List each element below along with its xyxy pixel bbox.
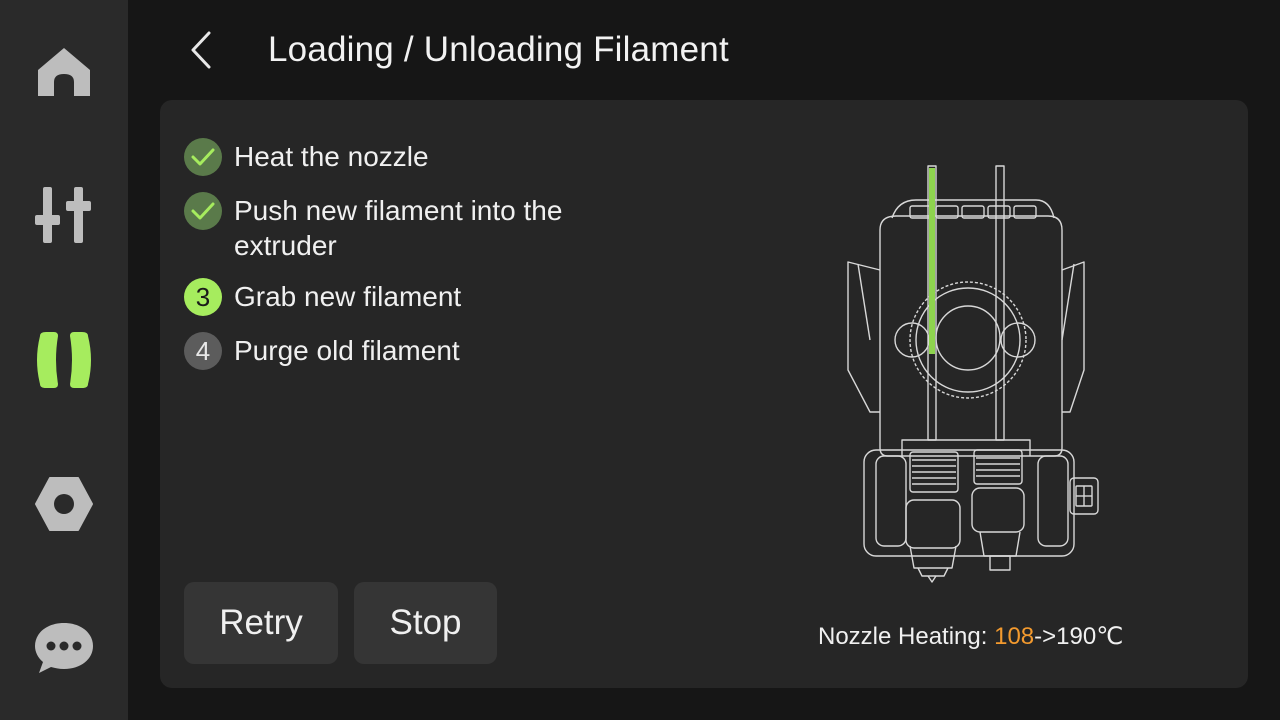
sidebar <box>0 0 128 720</box>
filament-spool-icon <box>37 332 91 388</box>
step-heat-nozzle: Heat the nozzle <box>184 138 429 176</box>
retry-button[interactable]: Retry <box>184 582 338 664</box>
back-button[interactable] <box>178 26 226 74</box>
step-grab-filament: 3 Grab new filament <box>184 278 462 316</box>
current-temperature: 108 <box>994 623 1035 650</box>
step-label: Grab new filament <box>234 281 462 312</box>
step-push-filament: Push new filament into the extruder <box>184 192 624 263</box>
chevron-left-icon <box>191 31 211 69</box>
stop-button[interactable]: Stop <box>354 582 497 664</box>
heating-label: Nozzle Heating: <box>818 623 995 650</box>
heating-arrow: -> <box>1034 623 1057 650</box>
checkmark-icon <box>191 148 215 166</box>
hex-nut-icon <box>35 477 93 531</box>
header: Loading / Unloading Filament <box>160 0 1248 100</box>
nav-settings[interactable] <box>0 444 128 564</box>
home-icon <box>38 48 90 96</box>
target-temperature: 190℃ <box>1056 623 1124 650</box>
chat-bubble-icon <box>35 623 93 673</box>
step-purge-filament: 4 Purge old filament <box>184 332 460 370</box>
sliders-icon <box>35 187 91 243</box>
nav-home[interactable] <box>0 12 128 132</box>
step-label: Purge old filament <box>234 335 460 366</box>
nozzle-heating-status: Nozzle Heating: 108->190℃ <box>818 622 1123 651</box>
page-title: Loading / Unloading Filament <box>268 30 729 69</box>
filament-panel: Heat the nozzle Push new filament into t… <box>160 100 1248 688</box>
step-complete-badge <box>184 192 222 230</box>
extruder-toolhead-diagram <box>847 165 1099 583</box>
nav-controls[interactable] <box>0 155 128 275</box>
nav-filament[interactable] <box>0 300 128 420</box>
step-label: Push new filament into the extruder <box>234 195 563 261</box>
step-label: Heat the nozzle <box>234 141 429 172</box>
step-number-badge: 4 <box>184 332 222 370</box>
nav-messages[interactable] <box>0 588 128 708</box>
checkmark-icon <box>191 202 215 220</box>
step-complete-badge <box>184 138 222 176</box>
step-number-badge: 3 <box>184 278 222 316</box>
